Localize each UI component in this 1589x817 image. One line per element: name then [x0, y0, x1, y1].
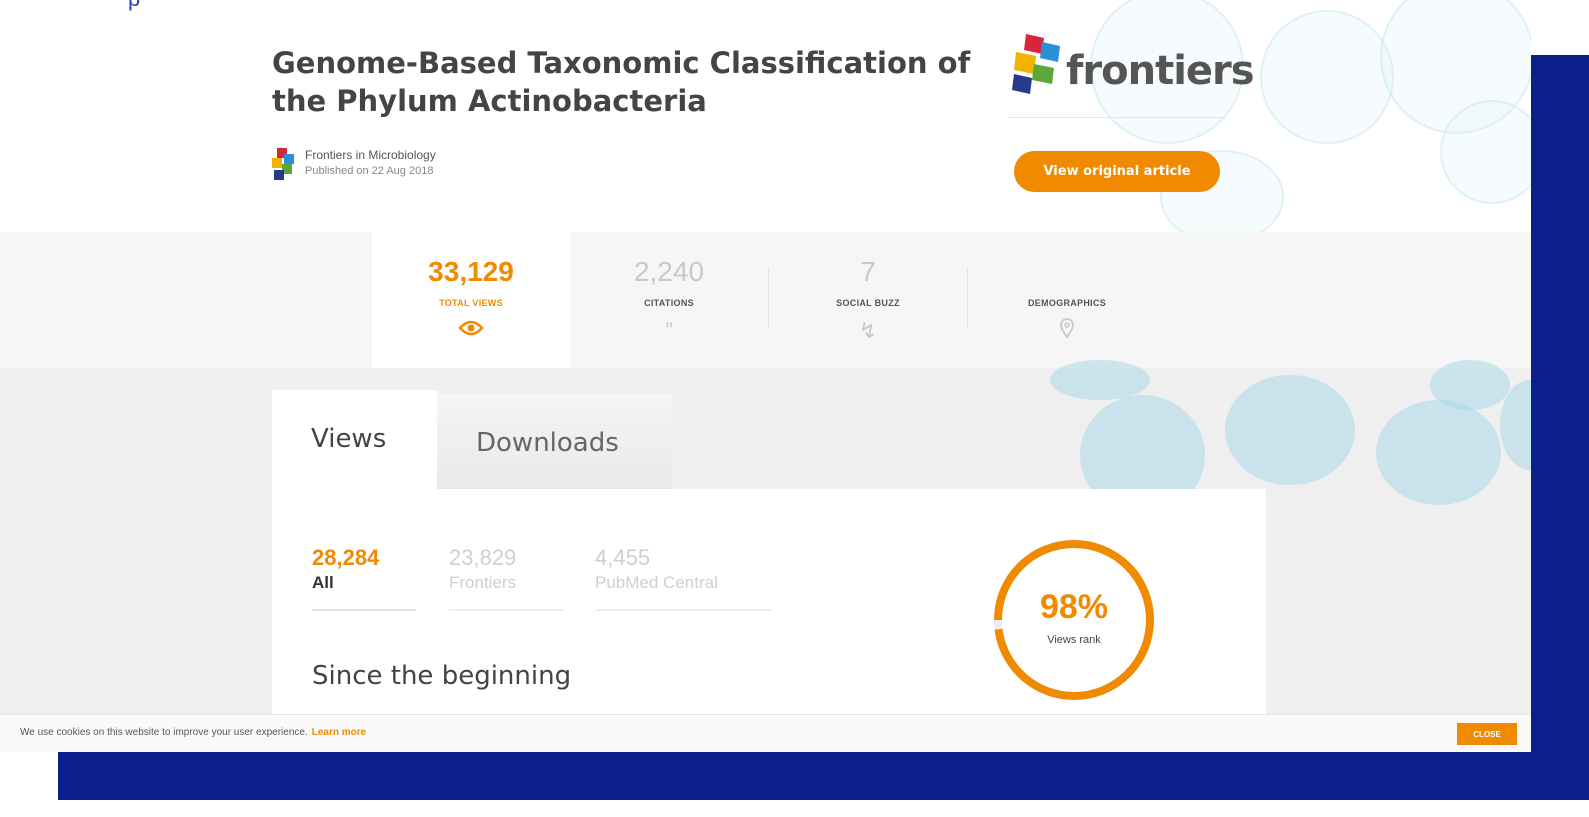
views-rank-label: Views rank: [1047, 634, 1101, 646]
quote-icon: ”: [665, 318, 673, 343]
metric-tab-total-views[interactable]: 33,129 TOTAL VIEWS: [372, 232, 570, 368]
filter-underline: [312, 609, 416, 611]
metric-value: 7: [860, 256, 876, 287]
view-original-article-button[interactable]: View original article: [1014, 151, 1220, 192]
tab-downloads[interactable]: Downloads: [437, 394, 672, 489]
views-filter-pubmed-central[interactable]: 4,455 PubMed Central: [595, 545, 718, 593]
filter-label: Frontiers: [449, 573, 517, 592]
metric-value: 33,129: [428, 256, 514, 287]
filter-value: 4,455: [595, 545, 651, 570]
cookie-bar: We use cookies on this website to improv…: [0, 714, 1531, 752]
filter-label: PubMed Central: [595, 573, 718, 592]
metric-tab-demographics[interactable]: DEMOGRAPHICS: [968, 232, 1166, 368]
views-filter-all[interactable]: 28,284 All: [312, 545, 379, 593]
decorative-bubble: [1440, 100, 1531, 204]
frontiers-small-logo-icon: [272, 148, 294, 180]
filter-value: 28,284: [312, 545, 380, 570]
filter-underline: [595, 609, 771, 611]
published-date: Published on 22 Aug 2018: [305, 165, 434, 177]
decorative-bubble: [1225, 375, 1355, 485]
frontiers-wordmark: frontiers: [1066, 48, 1255, 94]
screenshot-card: p Genome-Based Taxonomic Classification …: [0, 0, 1531, 752]
filter-underline: [449, 609, 563, 611]
metric-label: SOCIAL BUZZ: [836, 298, 900, 308]
learn-more-link[interactable]: Learn more: [312, 727, 366, 738]
metric-tab-citations[interactable]: 2,240 CITATIONS ”: [570, 232, 768, 368]
top-left-fragment: p: [128, 0, 140, 12]
eye-icon: [458, 320, 484, 336]
filter-value: 23,829: [449, 545, 517, 570]
decorative-bubble: [1260, 10, 1394, 144]
lightning-icon: ↯: [858, 318, 878, 343]
views-filter-frontiers[interactable]: 23,829 Frontiers: [449, 545, 516, 593]
views-rank-value: 98%: [1039, 588, 1109, 626]
journal-name[interactable]: Frontiers in Microbiology: [305, 148, 436, 162]
cookie-message: We use cookies on this website to improv…: [20, 727, 366, 738]
metric-label: DEMOGRAPHICS: [1027, 298, 1107, 308]
cookie-close-button[interactable]: CLOSE: [1457, 723, 1517, 745]
filter-label: All: [312, 573, 334, 592]
metric-value: 2,240: [633, 256, 705, 287]
decorative-bubble: [1430, 360, 1510, 410]
metric-tab-social-buzz[interactable]: 7 SOCIAL BUZZ ↯: [769, 232, 967, 368]
metric-label: CITATIONS: [644, 298, 694, 308]
tab-views[interactable]: Views: [272, 390, 437, 490]
cookie-text: We use cookies on this website to improv…: [20, 727, 308, 738]
map-pin-icon: [1060, 318, 1074, 338]
period-title: Since the beginning: [312, 661, 572, 691]
decorative-bubble: [1050, 360, 1150, 400]
frontiers-logo-icon: [1012, 34, 1060, 94]
metric-label: TOTAL VIEWS: [439, 298, 503, 308]
article-title: Genome-Based Taxonomic Classification of…: [272, 46, 971, 118]
decorative-bubble: [1376, 400, 1501, 505]
divider: [1008, 117, 1226, 118]
